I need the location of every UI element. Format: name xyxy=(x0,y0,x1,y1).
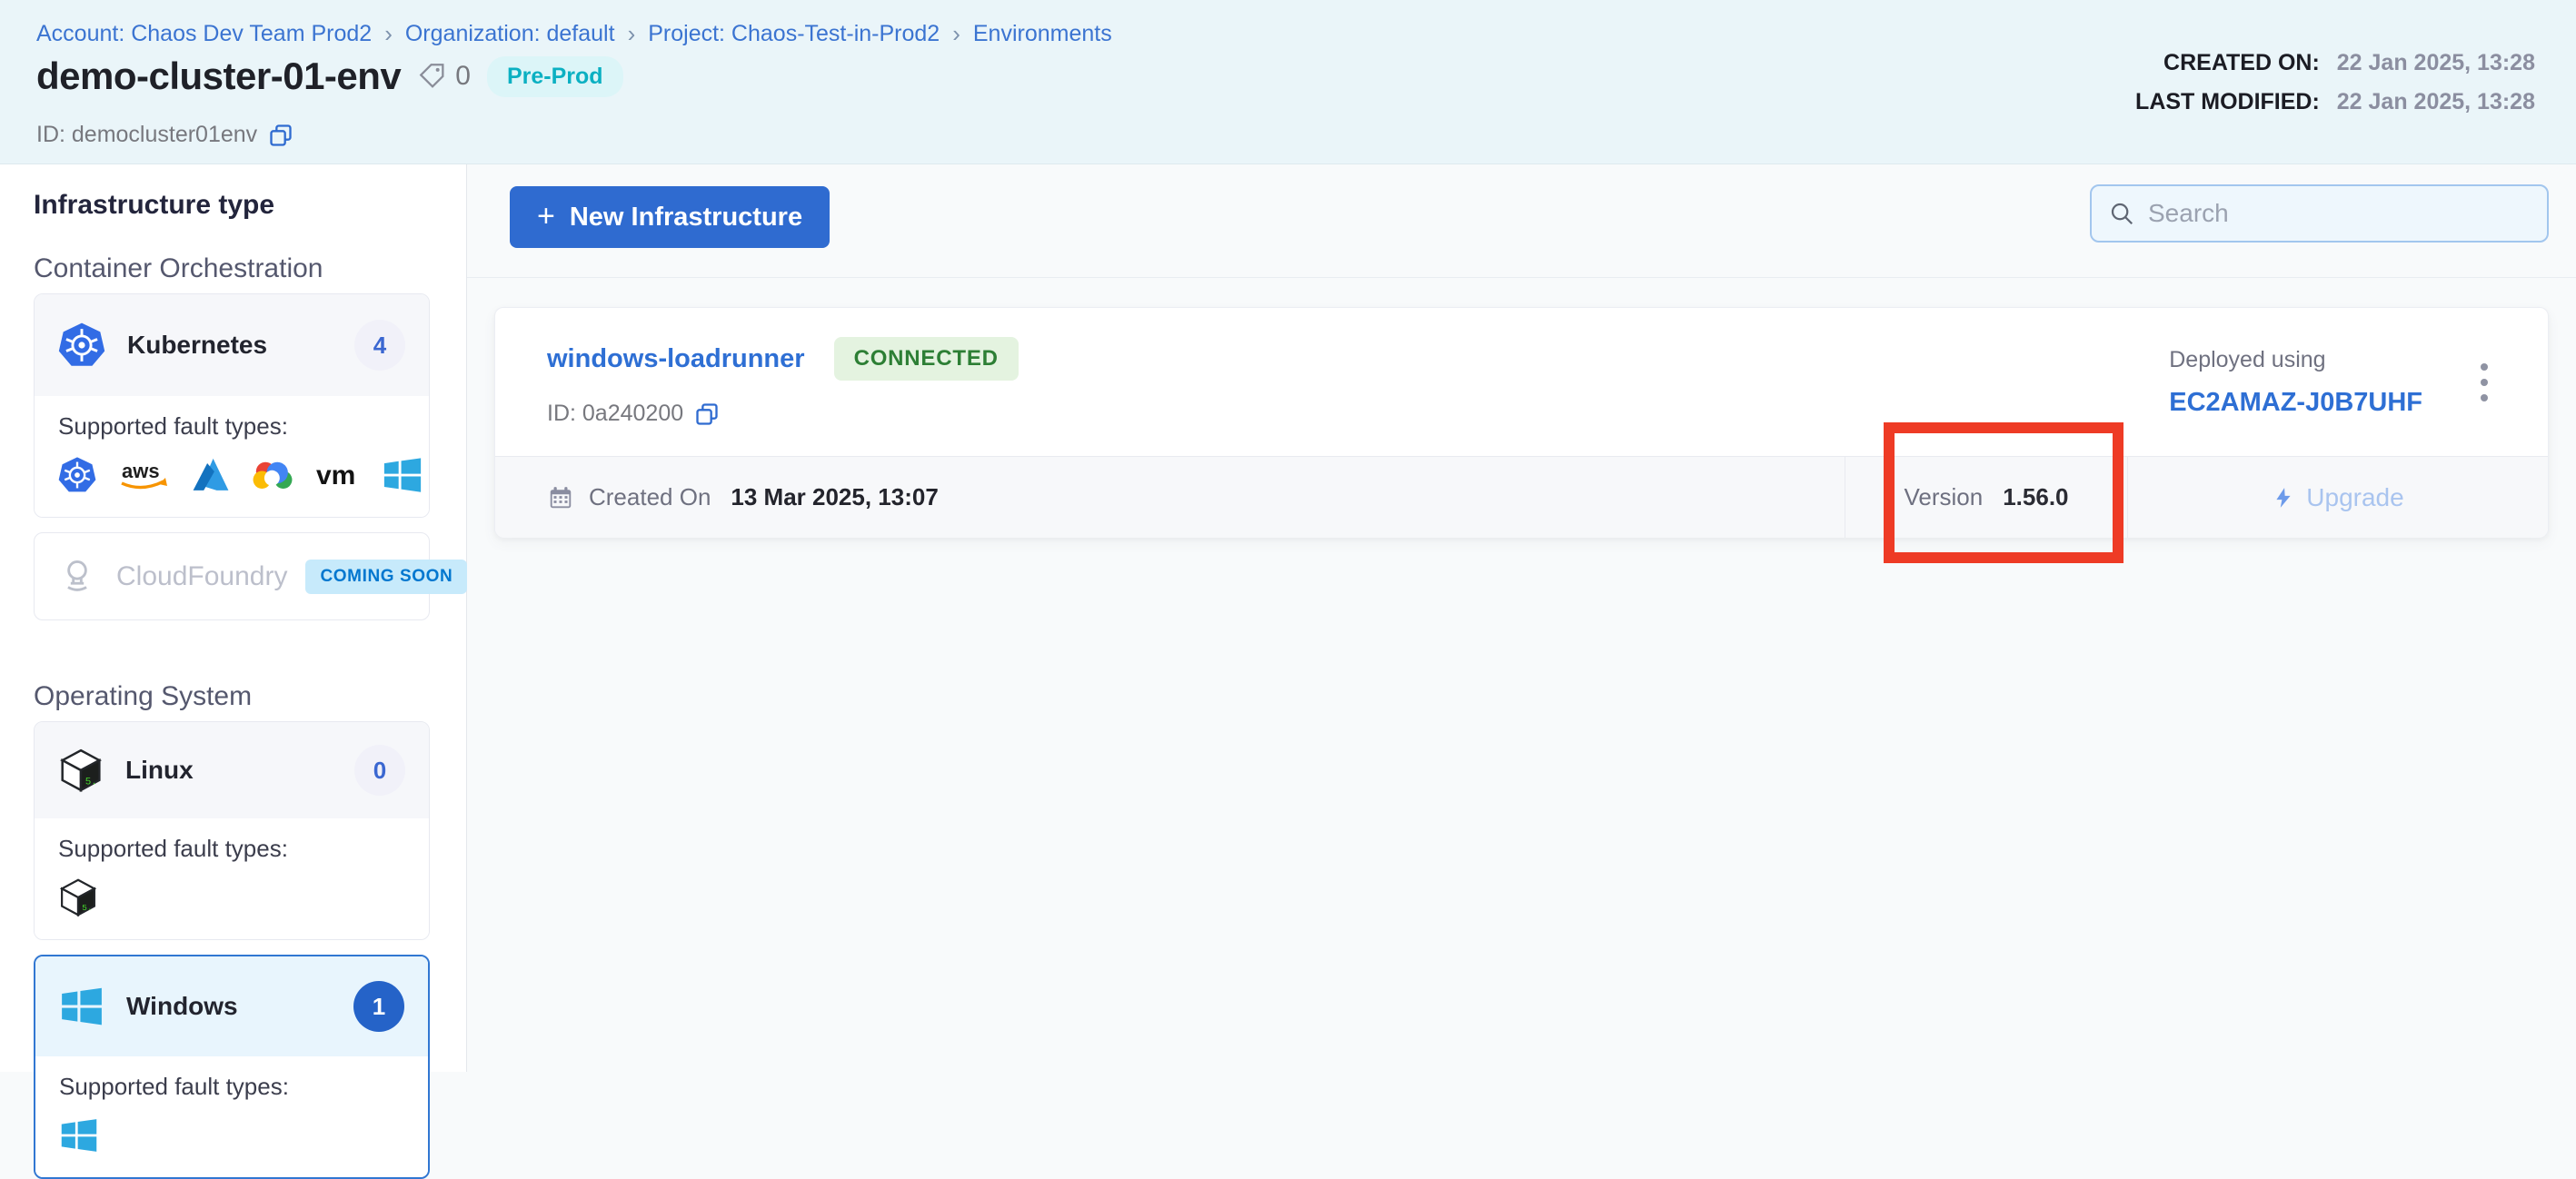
windows-count-badge: 1 xyxy=(353,981,404,1032)
status-badge: CONNECTED xyxy=(834,337,1019,381)
breadcrumb-account[interactable]: Account: Chaos Dev Team Prod2 xyxy=(36,21,372,47)
created-on-label: Created On xyxy=(589,483,711,511)
sidebar-title: Infrastructure type xyxy=(34,190,430,221)
infrastructure-name-link[interactable]: windows-loadrunner xyxy=(547,344,805,374)
search-box[interactable] xyxy=(2090,184,2549,243)
supported-fault-label: Supported fault types: xyxy=(58,412,405,441)
toolbar: + New Infrastructure xyxy=(467,164,2576,278)
linux-icon: 5. xyxy=(58,748,104,793)
version-label: Version xyxy=(1904,483,1983,511)
svg-text:5.: 5. xyxy=(82,903,93,913)
breadcrumb-project[interactable]: Project: Chaos-Test-in-Prod2 xyxy=(648,21,940,47)
tag-count: 0 xyxy=(455,61,471,92)
copy-icon[interactable] xyxy=(268,123,293,148)
windows-icon xyxy=(59,984,104,1029)
deployed-using-label: Deployed using xyxy=(2169,347,2422,373)
env-type-badge: Pre-Prod xyxy=(487,56,623,97)
type-card-cloudfoundry: CloudFoundry COMING SOON xyxy=(34,532,430,620)
tag-icon xyxy=(417,61,448,92)
environment-id: ID: democluster01env xyxy=(36,122,257,148)
created-on-label: CREATED ON: xyxy=(2163,50,2320,75)
type-card-label: Kubernetes xyxy=(127,331,333,360)
type-card-label: CloudFoundry xyxy=(116,561,287,592)
section-container-orchestration: Container Orchestration xyxy=(34,253,430,284)
more-options-menu[interactable] xyxy=(2466,346,2502,419)
svg-text:vm: vm xyxy=(316,461,355,490)
windows-icon xyxy=(59,1115,99,1155)
infrastructure-id: ID: 0a240200 xyxy=(547,401,683,427)
section-operating-system: Operating System xyxy=(34,681,430,712)
linux-count-badge: 0 xyxy=(354,745,405,796)
svg-text:5.: 5. xyxy=(85,778,97,788)
infrastructure-type-sidebar: Infrastructure type Container Orchestrat… xyxy=(0,164,467,1072)
type-card-kubernetes[interactable]: Kubernetes 4 Supported fault types: xyxy=(34,293,430,518)
last-modified-value: 22 Jan 2025, 13:28 xyxy=(2337,89,2535,114)
version-cell: Version 1.56.0 xyxy=(1845,457,2128,538)
copy-icon[interactable] xyxy=(694,401,720,427)
type-card-windows[interactable]: Windows 1 Supported fault types: xyxy=(34,955,430,1179)
breadcrumb-separator: › xyxy=(952,20,960,48)
last-modified-label: LAST MODIFIED: xyxy=(2135,89,2320,114)
aws-icon: aws xyxy=(114,456,173,494)
type-card-label: Linux xyxy=(125,756,333,785)
breadcrumb-organization[interactable]: Organization: default xyxy=(405,21,615,47)
deployed-using-link[interactable]: EC2AMAZ-J0B7UHF xyxy=(2169,388,2422,418)
plus-icon: + xyxy=(537,201,555,232)
breadcrumb-separator: › xyxy=(628,20,636,48)
windows-icon xyxy=(382,454,423,496)
supported-fault-label: Supported fault types: xyxy=(59,1073,404,1101)
type-card-label: Windows xyxy=(126,992,332,1021)
cloudfoundry-icon xyxy=(56,556,98,598)
breadcrumb: Account: Chaos Dev Team Prod2 › Organiza… xyxy=(36,20,1112,48)
svg-text:aws: aws xyxy=(122,460,160,482)
search-icon xyxy=(2108,200,2135,227)
kubernetes-icon xyxy=(58,322,105,369)
breadcrumb-separator: › xyxy=(384,20,393,48)
search-input[interactable] xyxy=(2148,199,2531,228)
calendar-icon xyxy=(547,484,574,511)
lightning-icon xyxy=(2272,486,2295,510)
linux-icon: 5. xyxy=(58,877,98,917)
kubernetes-count-badge: 4 xyxy=(354,320,405,371)
breadcrumb-environments[interactable]: Environments xyxy=(973,21,1112,47)
new-infrastructure-button[interactable]: + New Infrastructure xyxy=(510,186,830,248)
created-on-value: 13 Mar 2025, 13:07 xyxy=(731,483,938,511)
supported-fault-label: Supported fault types: xyxy=(58,835,405,863)
coming-soon-badge: COMING SOON xyxy=(305,560,467,594)
created-on-value: 22 Jan 2025, 13:28 xyxy=(2337,50,2535,75)
page-header: Account: Chaos Dev Team Prod2 › Organiza… xyxy=(0,0,2576,164)
version-value: 1.56.0 xyxy=(2003,483,2068,511)
infrastructure-card: windows-loadrunner CONNECTED ID: 0a24020… xyxy=(494,307,2549,538)
main-content: + New Infrastructure windows-loadrunner … xyxy=(467,164,2576,1072)
kubernetes-icon xyxy=(58,456,96,494)
vmware-icon: vm xyxy=(314,456,363,494)
page-title: demo-cluster-01-env xyxy=(36,54,401,98)
type-card-linux[interactable]: 5. Linux 0 Supported fault types: 5. xyxy=(34,721,430,940)
gcp-icon xyxy=(249,456,296,494)
azure-icon xyxy=(191,456,231,494)
upgrade-button[interactable]: Upgrade xyxy=(2128,457,2548,538)
